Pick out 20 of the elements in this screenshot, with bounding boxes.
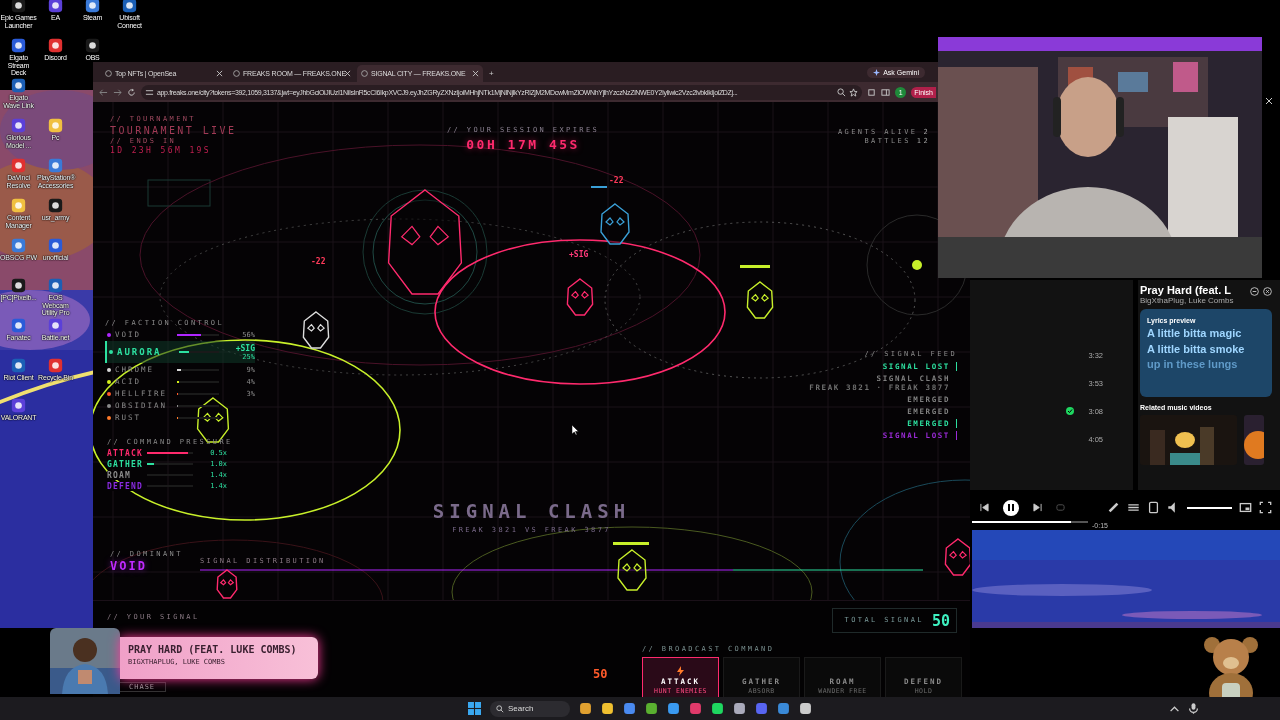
dominant-faction: VOID: [110, 559, 148, 574]
session-timer: 00H 17M 45S: [466, 137, 580, 153]
command-name: DEFEND: [107, 481, 144, 491]
tournament-status: TOURNAMENT LIVE: [110, 124, 237, 138]
gain-label: +SIG: [235, 343, 255, 353]
song-title: Pray Hard (feat. L: [1140, 284, 1233, 296]
overlay-song-title: PRAY HARD (FEAT. LUKE COMBS): [128, 644, 298, 655]
command-name: GATHER: [107, 459, 144, 469]
floating-number: -22: [609, 176, 624, 185]
countdown: 1D 23H 56M 19S: [110, 146, 213, 157]
signal-value: 50: [593, 667, 608, 681]
new-tab-button[interactable]: +: [485, 65, 498, 82]
song-artists: BigXthaPlug, Luke Combs: [1140, 296, 1235, 305]
faction-name: AURORA: [117, 347, 163, 358]
clash-title: SIGNAL CLASH: [432, 500, 631, 522]
command-name: ROAM: [107, 470, 132, 480]
command-name: ATTACK: [107, 448, 144, 458]
search-field[interactable]: Search: [490, 700, 570, 717]
floating-number: +SIG: [569, 250, 589, 259]
floating-number: -22: [311, 257, 326, 266]
